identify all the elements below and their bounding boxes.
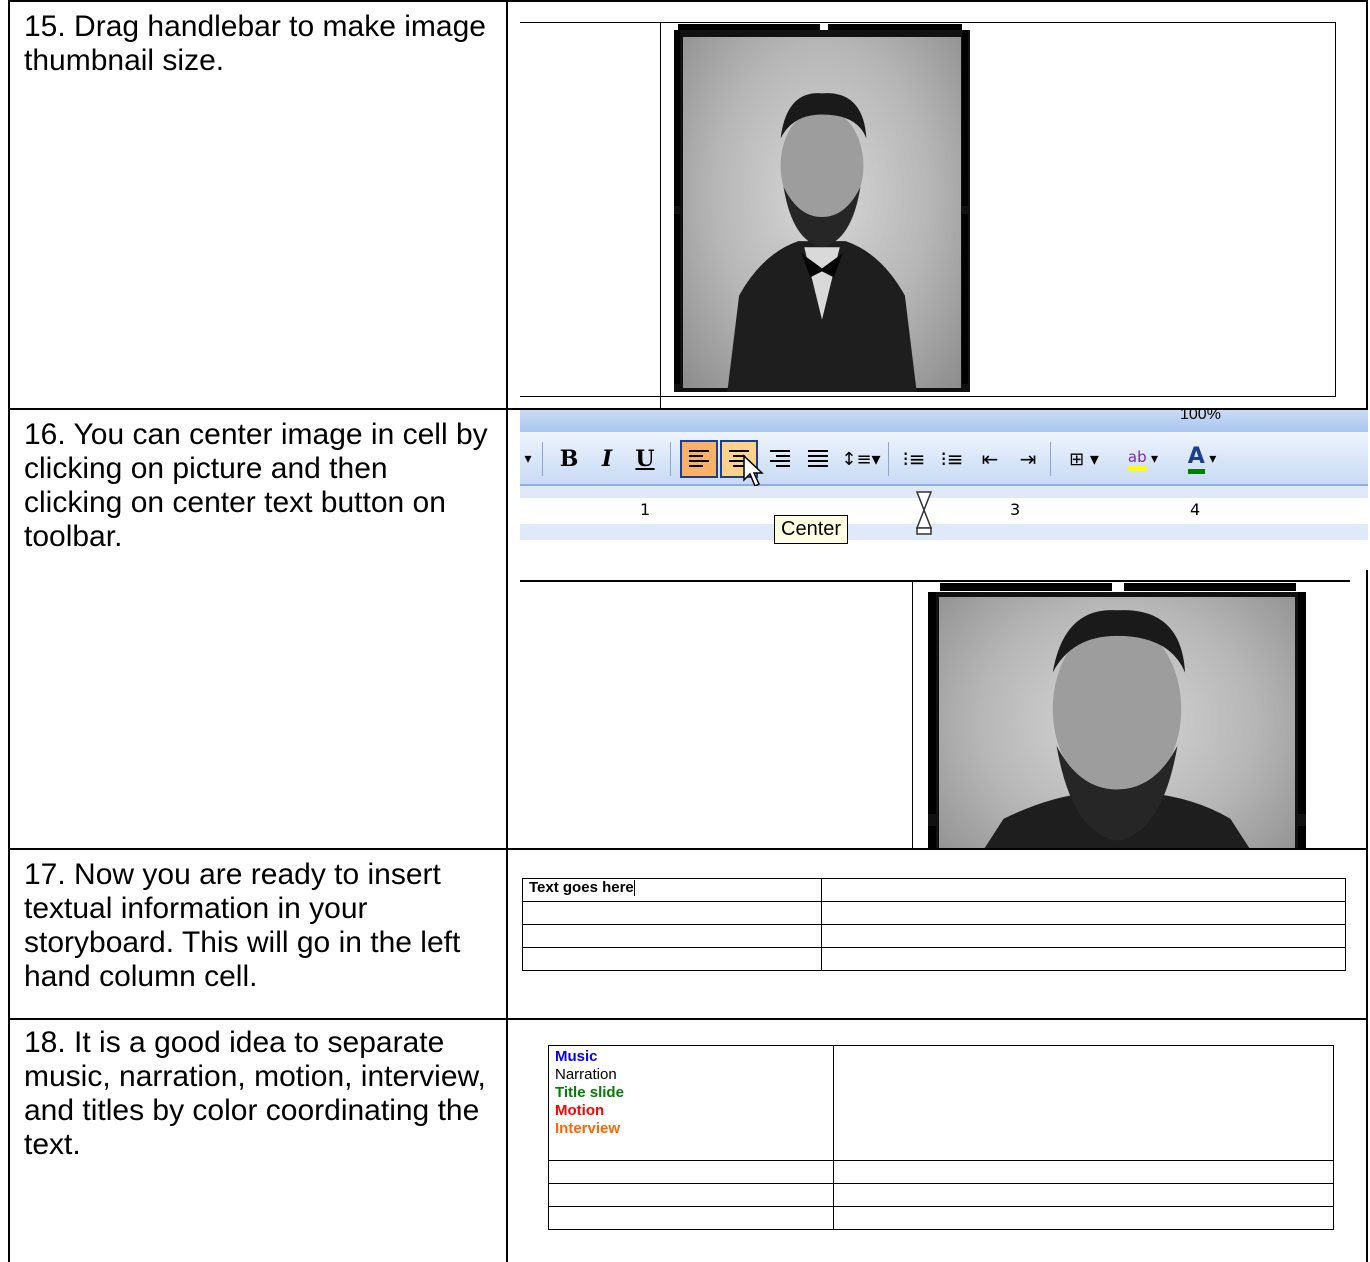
centered-lincoln-photo[interactable] <box>928 592 1306 848</box>
table-cell[interactable] <box>833 1206 1334 1230</box>
italic-button[interactable]: I <box>590 440 624 478</box>
bold-button[interactable]: B <box>552 440 586 478</box>
table-cell[interactable] <box>548 1183 834 1207</box>
handlebar-top-left[interactable] <box>678 24 820 30</box>
table-row: Music Narration Title slide Motion Interview <box>548 1045 1334 1161</box>
handlebar-left[interactable] <box>928 592 936 814</box>
table-row <box>548 1160 1334 1184</box>
ruler-number: 4 <box>1190 500 1201 519</box>
font-color-icon: A <box>1187 444 1205 474</box>
handlebar-left-bottom[interactable] <box>674 214 680 384</box>
color-label-title-slide: Title slide <box>555 1084 624 1101</box>
handlebar-right[interactable] <box>1298 592 1306 814</box>
line-spacing-button[interactable]: ↕≡▾ <box>838 440 884 478</box>
table-row <box>548 1206 1334 1230</box>
table-cell[interactable] <box>522 901 822 925</box>
table-cell[interactable] <box>821 901 1346 925</box>
handlebar-top-left[interactable] <box>940 583 1112 591</box>
table-row <box>522 901 1346 925</box>
color-label-music: Music <box>555 1048 598 1065</box>
table-cell[interactable] <box>522 924 822 948</box>
bullets-icon: ⁝≡ <box>940 447 964 471</box>
numbering-icon: ⁝≡ <box>902 447 926 471</box>
ruler-number: 1 <box>640 500 651 519</box>
standard-toolbar: 100% <box>520 410 1368 433</box>
portrait-figure-close <box>984 610 1250 848</box>
justify-button[interactable] <box>800 440 836 478</box>
color-legend: Music Narration Title slide Motion Interview <box>555 1048 827 1138</box>
handlebar-top-right[interactable] <box>828 24 962 30</box>
step-15-text: 15. Drag handlebar to make image thumbna… <box>24 10 486 77</box>
table-cell[interactable]: Text goes here <box>522 878 822 902</box>
table-cell[interactable] <box>833 1045 1334 1161</box>
align-left-button[interactable] <box>680 440 718 478</box>
row-border-top <box>8 0 1368 2</box>
highlight-button[interactable]: ab ▾ <box>1114 440 1172 478</box>
formatting-toolbar: ▾ B I U ↕≡▾ ⁝≡ ⁝≡ ⇤ ⇥ ⊞ ▾ ab ▾ A ▾ <box>520 432 1368 488</box>
column-divider <box>506 0 508 1262</box>
center-tooltip: Center <box>774 515 849 544</box>
hourglass-icon[interactable] <box>914 490 934 536</box>
align-left-icon <box>689 450 709 467</box>
storyboard-table-colored: Music Narration Title slide Motion Interview <box>548 1045 1334 1230</box>
table-cell[interactable] <box>548 1160 834 1184</box>
cell-text: Text goes here <box>529 879 634 896</box>
handlebar-right-bottom[interactable] <box>1298 826 1306 848</box>
highlight-icon: ab <box>1127 448 1147 471</box>
row-border-3 <box>8 1018 1368 1020</box>
table-row <box>548 1183 1334 1207</box>
table-row <box>522 924 1346 948</box>
align-right-icon <box>770 450 790 467</box>
increase-indent-icon: ⇥ <box>1019 447 1037 471</box>
table-cell[interactable] <box>833 1183 1334 1207</box>
color-label-narration: Narration <box>555 1066 617 1083</box>
font-color-button[interactable]: A ▾ <box>1176 440 1228 478</box>
step-16-text: 16. You can center image in cell by clic… <box>24 418 488 553</box>
underline-button[interactable]: U <box>628 440 662 478</box>
step-18-text: 18. It is a good idea to separate music,… <box>24 1026 486 1161</box>
ruler-number: 3 <box>1010 500 1021 519</box>
handlebar-right-top[interactable] <box>962 30 968 206</box>
mouse-cursor-icon <box>743 454 764 488</box>
border-button[interactable]: ⊞ ▾ <box>1058 440 1110 478</box>
border-icon: ⊞ ▾ <box>1069 448 1099 470</box>
ruler: 1 3 4 <box>520 486 1368 540</box>
handlebar-top-right[interactable] <box>1124 583 1296 591</box>
font-size-dropdown-arrow[interactable]: ▾ <box>520 440 536 478</box>
line-spacing-icon: ↕≡▾ <box>841 448 881 470</box>
portrait-figure <box>727 93 917 392</box>
table-row <box>522 947 1346 971</box>
table-cell[interactable]: Music Narration Title slide Motion Interview <box>548 1045 834 1161</box>
table-cell[interactable] <box>821 924 1346 948</box>
bullets-button[interactable]: ⁝≡ <box>934 440 970 478</box>
handlebar-right-bottom[interactable] <box>962 214 968 384</box>
storyboard-table-blank: Text goes here <box>522 878 1346 971</box>
row-border-2 <box>8 848 1368 850</box>
justify-icon <box>808 450 828 467</box>
numbering-button[interactable]: ⁝≡ <box>896 440 932 478</box>
increase-indent-button[interactable]: ⇥ <box>1010 440 1046 478</box>
table-cell[interactable] <box>821 947 1346 971</box>
table-row: Text goes here <box>522 878 1346 902</box>
zoom-box[interactable]: 100% <box>1180 410 1221 424</box>
handlebar-left-top[interactable] <box>674 30 680 206</box>
handlebar-left-bottom[interactable] <box>928 826 936 848</box>
word-toolbar-screenshot: 100% ▾ B I U ↕≡▾ ⁝≡ ⁝≡ ⇤ ⇥ ⊞ ▾ ab ▾ A ▾ <box>520 410 1368 570</box>
text-cursor <box>633 880 635 897</box>
decrease-indent-icon: ⇤ <box>981 447 999 471</box>
table-cell[interactable] <box>821 878 1346 902</box>
color-label-interview: Interview <box>555 1120 621 1137</box>
color-label-motion: Motion <box>555 1102 605 1119</box>
decrease-indent-button[interactable]: ⇤ <box>972 440 1008 478</box>
table-cell[interactable] <box>522 947 822 971</box>
table-cell[interactable] <box>833 1160 1334 1184</box>
lincoln-photo[interactable] <box>674 30 970 392</box>
step-17-text: 17. Now you are ready to insert textual … <box>24 858 461 993</box>
table-cell[interactable] <box>548 1206 834 1230</box>
